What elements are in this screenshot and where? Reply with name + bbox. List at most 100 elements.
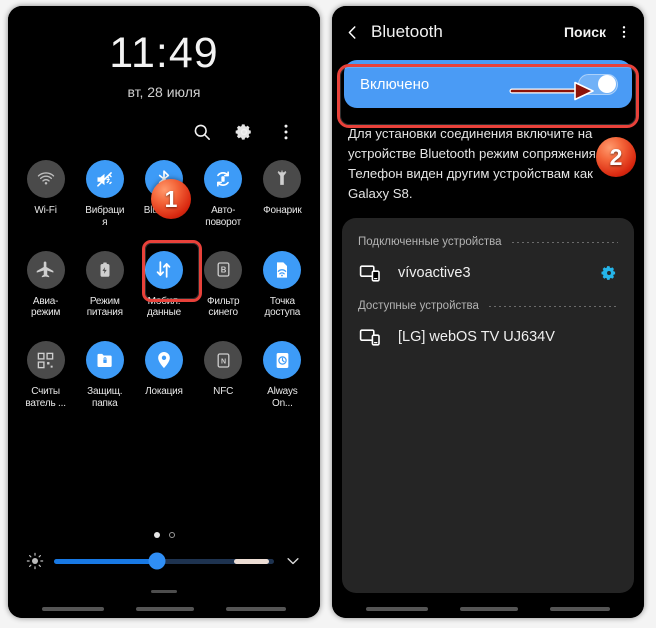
tile-label: Авиа- режим — [31, 295, 61, 319]
wifi-icon — [37, 172, 54, 185]
tile-bubble — [85, 250, 124, 289]
clock-date: вт, 28 июля — [127, 84, 201, 100]
group-divider — [488, 305, 618, 307]
clock-time: 11:49 — [109, 29, 219, 77]
tile-label: Режим питания — [86, 295, 123, 319]
always-on-display-icon — [276, 352, 289, 368]
tile-label: Точка доступа — [264, 295, 301, 319]
tile-label: Wi-Fi — [34, 205, 57, 216]
device-row-vivoactive3[interactable]: vívoactive3 — [342, 252, 634, 294]
gear-icon[interactable] — [234, 122, 254, 142]
qr-scanner-icon — [37, 352, 54, 368]
page-title: Bluetooth — [371, 22, 443, 41]
bluetooth-toggle-row[interactable]: Включено — [344, 60, 632, 108]
tile-flashlight[interactable]: Фонарик — [253, 160, 311, 217]
tile-secure-folder[interactable]: Защищ. папка — [76, 341, 134, 410]
tile-row-3: Считы ватель ... Защищ. папка Локация N … — [16, 341, 312, 410]
tile-qr-scanner[interactable]: Считы ватель ... — [17, 341, 75, 410]
tile-label: NFC — [213, 386, 234, 398]
brightness-cap — [233, 558, 269, 564]
tile-label: Bluetooth — [143, 205, 185, 216]
flashlight-icon — [277, 170, 287, 185]
bluetooth-icon — [158, 170, 170, 188]
bluetooth-settings-screen: Bluetooth Поиск Включено Для установки с… — [332, 6, 644, 618]
tile-label: Always On... — [267, 386, 298, 409]
chevron-down-icon[interactable] — [284, 552, 302, 570]
mobile-data-icon — [157, 261, 171, 278]
nav-recents-button[interactable] — [42, 607, 104, 611]
brightness-slider[interactable] — [54, 552, 274, 570]
tile-nfc[interactable]: N NFC — [194, 341, 252, 398]
device-tablet-phone-icon — [359, 329, 380, 346]
airplane-icon — [36, 261, 54, 278]
quick-settings-panel: 11:49 вт, 28 июля Wi-Fi Вибраци я Blueto… — [8, 6, 320, 618]
tile-bubble — [85, 160, 124, 198]
tile-row-1: Wi-Fi Вибраци я Bluetooth Авто- поворот … — [16, 160, 312, 229]
tile-bubble — [263, 160, 302, 198]
tile-bluetooth[interactable]: Bluetooth — [135, 160, 193, 217]
tile-label: Мобил. данные — [146, 295, 181, 319]
nav-back-button[interactable] — [226, 607, 286, 611]
tile-bubble — [26, 341, 65, 380]
device-name: [LG] webOS TV UJ634V — [398, 329, 555, 346]
location-pin-icon — [158, 352, 170, 369]
tile-bubble: B — [204, 250, 243, 289]
tile-blue-light-filter[interactable]: B Фильтр синего — [194, 250, 252, 320]
search-icon[interactable] — [192, 122, 212, 142]
brightness-knob[interactable] — [148, 552, 166, 570]
tile-airplane-mode[interactable]: Авиа- режим — [17, 250, 75, 320]
tile-wifi[interactable]: Wi-Fi — [17, 160, 75, 217]
tile-auto-rotate[interactable]: Авто- поворот — [194, 160, 252, 229]
tile-location[interactable]: Локация — [135, 341, 193, 398]
screenshot-stage: 11:49 вт, 28 июля Wi-Fi Вибраци я Blueto… — [0, 0, 656, 628]
tile-always-on-display[interactable]: Always On... — [253, 341, 311, 410]
quick-panel-actions — [8, 100, 320, 142]
kebab-menu-icon[interactable] — [616, 23, 632, 41]
switch-thumb — [598, 75, 616, 93]
brightness-slider-row — [8, 552, 320, 570]
group-title: Доступные устройства — [358, 300, 479, 313]
device-name: vívoactive3 — [398, 265, 471, 282]
device-list-card: Подключенные устройства vívoactive3 Дост… — [342, 218, 634, 593]
group-header-available: Доступные устройства — [342, 294, 634, 316]
page-dot-inactive[interactable] — [168, 532, 175, 538]
chevron-left-icon[interactable] — [344, 24, 361, 41]
bluetooth-header: Bluetooth Поиск — [332, 6, 644, 54]
nav-back-button[interactable] — [550, 607, 610, 611]
tile-label: Защищ. папка — [87, 386, 123, 409]
gear-icon[interactable] — [600, 264, 618, 282]
tile-label: Фонарик — [263, 205, 302, 216]
tile-mobile-data[interactable]: Мобил. данные — [135, 250, 193, 320]
vibrate-icon — [97, 171, 113, 187]
nav-home-button[interactable] — [460, 607, 518, 611]
tile-power-mode[interactable]: Режим питания — [76, 250, 134, 320]
device-row-lg-webos-tv[interactable]: [LG] webOS TV UJ634V — [342, 316, 634, 358]
tile-hotspot[interactable]: Точка доступа — [253, 250, 311, 320]
tile-label: Фильтр синего — [206, 295, 240, 319]
nfc-icon: N — [217, 353, 230, 368]
nav-home-button[interactable] — [136, 607, 194, 611]
tile-bubble — [144, 341, 183, 380]
tile-label: Авто- поворот — [205, 205, 242, 228]
tile-vibrate[interactable]: Вибраци я — [76, 160, 134, 229]
bluetooth-toggle-label: Включено — [360, 75, 430, 93]
hotspot-icon — [277, 261, 288, 278]
phone-right-bluetooth-settings: Bluetooth Поиск Включено Для установки с… — [332, 6, 644, 618]
bluetooth-description: Для установки соединения включите на уст… — [348, 126, 600, 202]
blue-light-filter-icon: B — [217, 262, 230, 277]
brightness-fill — [54, 558, 158, 564]
group-title: Подключенные устройства — [358, 236, 502, 249]
quick-settings-tiles: Wi-Fi Вибраци я Bluetooth Авто- поворот … — [8, 160, 320, 530]
tile-bubble — [263, 250, 302, 289]
search-button[interactable]: Поиск — [564, 24, 606, 40]
page-dot-active[interactable] — [153, 532, 160, 538]
svg-text:N: N — [221, 357, 226, 365]
phone-left-quick-panel: 11:49 вт, 28 июля Wi-Fi Вибраци я Blueto… — [8, 6, 320, 618]
kebab-menu-icon[interactable] — [276, 122, 296, 142]
brightness-icon — [26, 552, 44, 570]
tile-label: Вибраци я — [85, 205, 125, 228]
nav-recents-button[interactable] — [366, 607, 428, 611]
tile-bubble — [85, 341, 124, 380]
svg-text:B: B — [220, 265, 226, 274]
bluetooth-switch[interactable] — [578, 73, 618, 95]
